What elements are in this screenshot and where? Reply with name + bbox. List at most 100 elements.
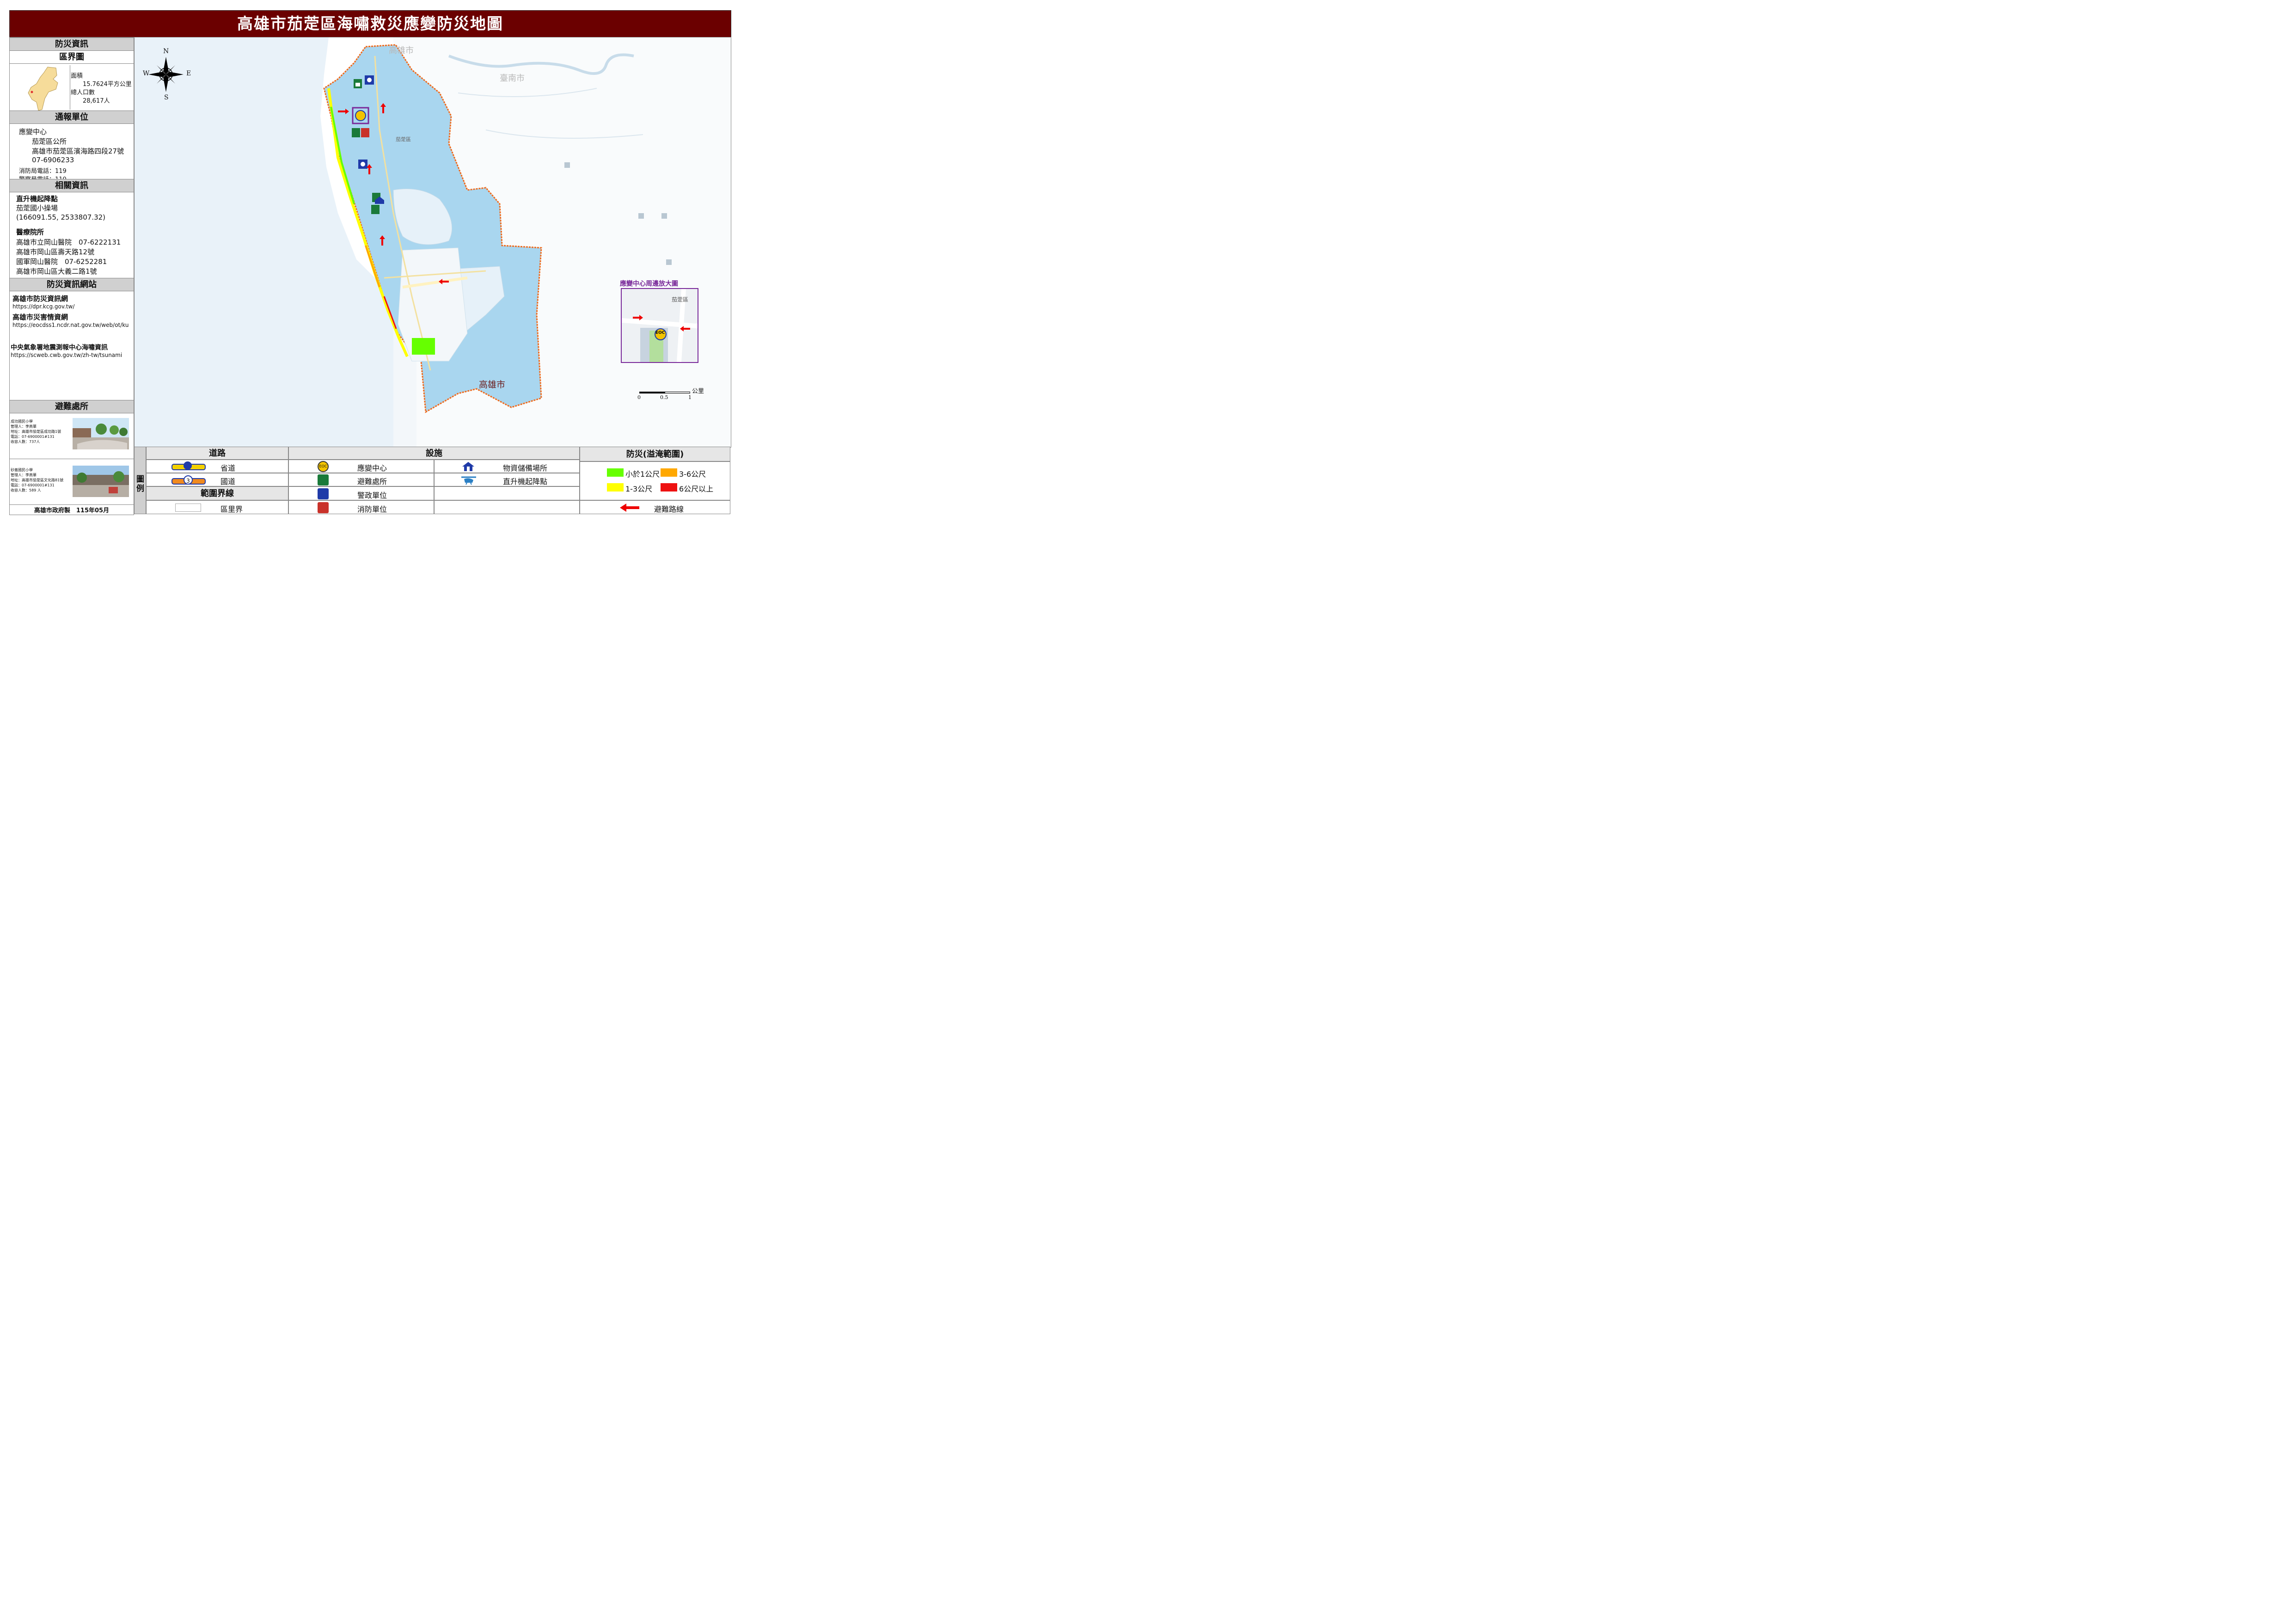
- shelter1-line: 管理人：李燕華: [11, 424, 37, 429]
- legend-route: 避難路線: [654, 505, 684, 514]
- shelter1-photo: [73, 418, 129, 449]
- web1-name: 高雄市防災資訊網: [12, 295, 68, 303]
- heli-name: 茄萣國小操場: [16, 204, 58, 212]
- hospital-2: 國軍岡山醫院 07-6252281: [16, 258, 107, 266]
- heli-title: 直升機起降點: [16, 195, 58, 203]
- legend-flood3: 1-3公尺: [625, 485, 653, 493]
- shelter-header: 避難處所: [10, 400, 134, 413]
- report-unit-header: 通報單位: [10, 111, 134, 124]
- legend-road1: 省道: [220, 464, 236, 473]
- shelter2-line: 地址：高雄市茄萣區文化路81號: [11, 478, 64, 482]
- village-boundary-swatch: [175, 504, 201, 512]
- shelter2-line: 砂崙國民小學: [11, 468, 33, 472]
- shelter-icon: [352, 128, 360, 137]
- web2-url[interactable]: https://eocdss1.ncdr.nat.gov.tw/web/ot/k…: [12, 322, 129, 328]
- shelter1-line: 地址：高雄市茄萣區成功路1號: [11, 430, 61, 434]
- legend-road-header: 道路: [146, 447, 288, 460]
- legend-flood2: 3-6公尺: [679, 470, 706, 479]
- shelter2-line: 管理人：李燕華: [11, 473, 37, 477]
- scale-unit: 公里: [692, 388, 704, 395]
- web3-name: 中央氣象署地震測報中心海嘯資訊: [11, 344, 108, 351]
- fire-phone: 消防局電話：119: [19, 168, 67, 175]
- label-district: 茄萣區: [396, 136, 411, 142]
- eoc-phone: 07-6906233: [32, 156, 74, 164]
- compass-w: W: [143, 70, 150, 77]
- shelter2-line: 電話：07-6900001#131: [11, 483, 55, 487]
- district-boundary-map: [28, 67, 58, 111]
- eoc-address: 高雄市茄萣區濱海路四段27號: [32, 147, 124, 155]
- fire-icon: [361, 128, 369, 137]
- legend-police: 警政單位: [357, 491, 387, 500]
- shelter-card-2: 砂崙國民小學 管理人：李燕華 地址：高雄市茄萣區文化路81號 電話：07-690…: [10, 459, 134, 505]
- map-drawing: [135, 37, 731, 447]
- hospital-1-address: 高雄市岡山區壽天路12號: [16, 248, 95, 256]
- medical-title: 醫療院所: [16, 228, 44, 236]
- legend-side-label: 圖例: [136, 475, 144, 493]
- population-value: 28,617人: [83, 98, 110, 104]
- hospital-1: 高雄市立岡山醫院 07-6222131: [16, 238, 121, 246]
- flood-lt1-swatch: [607, 468, 624, 477]
- area-label: 面積: [71, 73, 83, 80]
- legend-boundary1: 區里界: [220, 505, 243, 514]
- evacuation-route-icon: [620, 504, 639, 512]
- storage-icon: [462, 462, 474, 471]
- hospital-2-address: 高雄市岡山區大義二路1號: [16, 267, 97, 276]
- related-info-header: 相關資訊: [10, 179, 134, 192]
- inset-title: 應變中心周邊放大圖: [620, 280, 678, 288]
- web3-url[interactable]: https://scweb.cwb.gov.tw/zh-tw/tsunami: [11, 352, 122, 358]
- heli-coordinates: (166091.55, 2533807.32): [16, 213, 106, 221]
- shelter-card-1: 成功國民小學 管理人：李燕華 地址：高雄市茄萣區成功路1號 電話：07-6900…: [10, 413, 134, 459]
- web2-name: 高雄市災害情資網: [12, 313, 68, 321]
- police-icon: [358, 160, 367, 169]
- legend-road2: 國道: [220, 477, 236, 486]
- legend-flood1: 小於1公尺: [625, 470, 660, 479]
- legend: 圖例 道路 省道 3 國道 範圍界線 區里界 設施 EOC 應變中心 避難處所 …: [134, 447, 730, 514]
- helipad-icon: [461, 476, 476, 485]
- compass-s: S: [164, 94, 169, 101]
- population-label: 總人口數: [71, 89, 95, 96]
- shelter-icon: [318, 474, 329, 485]
- legend-heli: 直升機起降點: [503, 477, 548, 486]
- eoc-icon: EOC: [318, 461, 329, 472]
- inset-district-label: 茄萣區: [672, 296, 689, 303]
- legend-fire: 消防單位: [357, 505, 387, 514]
- legend-flood-header: 防災(溢淹範圍): [580, 447, 730, 461]
- shelter-icon: [354, 79, 362, 88]
- disaster-info-header: 防災資訊: [10, 37, 134, 51]
- map-title: 高雄市茄萣區海嘯救災應變防災地圖: [9, 10, 731, 38]
- scale-tick-1: 1: [688, 394, 692, 400]
- label-kaohsiung-bottom: 高雄市: [479, 380, 506, 390]
- shelter-icon: [371, 205, 380, 214]
- shelter2-photo: [73, 466, 129, 497]
- shelter1-line: 電話：07-6900001#131: [11, 435, 55, 439]
- highway-badge: 3: [184, 475, 193, 485]
- fire-icon: [318, 502, 329, 513]
- label-kaohsiung-top: 高雄市: [389, 46, 414, 55]
- shelter2-line: 收容人數：589 人: [11, 488, 41, 492]
- legend-eoc: 應變中心: [357, 464, 387, 473]
- scale-tick-0: 0: [637, 394, 641, 400]
- legend-shelter: 避難處所: [357, 477, 387, 486]
- flood-6plus-swatch: [661, 483, 677, 492]
- compass-e: E: [186, 70, 191, 77]
- police-icon: [318, 488, 329, 499]
- flood-3-6-swatch: [661, 468, 677, 477]
- producer-footer: 高雄市政府製 115年05月: [34, 507, 110, 514]
- shelter1-line: 成功國民小學: [11, 419, 33, 424]
- compass-n: N: [163, 48, 169, 55]
- label-tainan: 臺南市: [500, 74, 525, 83]
- scale-tick-05: 0.5: [660, 394, 668, 400]
- web-header: 防災資訊網站: [10, 278, 134, 291]
- police-icon: [365, 75, 374, 85]
- legend-facility-header: 設施: [288, 447, 580, 460]
- web1-url[interactable]: https://dpr.kcg.gov.tw/: [12, 303, 74, 310]
- map-canvas[interactable]: N S E W 高雄市 臺南市 茄萣區 高雄市 應變中心周邊放大圖 茄萣區 EO…: [134, 37, 731, 448]
- legend-storage: 物資儲備場所: [503, 464, 548, 473]
- inset-eoc-label: EOC: [655, 331, 665, 335]
- eoc-name: 茄萣區公所: [32, 137, 67, 146]
- legend-boundary-header: 範圍界線: [146, 486, 288, 500]
- legend-flood4: 6公尺以上: [679, 485, 714, 493]
- shelter1-line: 收容人數：737人: [11, 440, 40, 444]
- info-panel: 防災資訊 區界圖 面積 15.7624平方公里 總人口數 28,617人 通報單…: [9, 37, 134, 515]
- flood-1-3-swatch: [607, 483, 624, 492]
